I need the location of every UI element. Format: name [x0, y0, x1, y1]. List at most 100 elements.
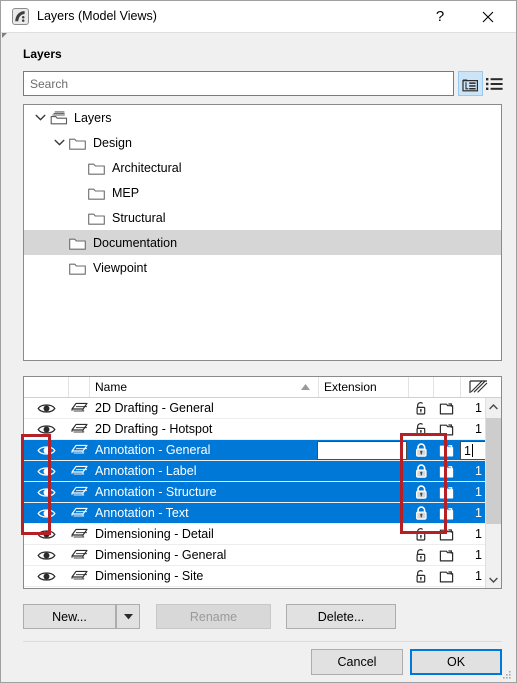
visibility-eye-icon[interactable] [24, 524, 69, 544]
table-row[interactable]: 2D Drafting - General 1 [24, 398, 501, 419]
layer-name-cell[interactable]: Annotation - Structure [95, 482, 217, 502]
table-row[interactable]: Dimensioning - Detail 1 [24, 524, 501, 545]
layer-name-cell[interactable]: Annotation - Text [95, 503, 189, 523]
layer-name-cell[interactable]: Annotation - General [95, 440, 210, 460]
solid-wireframe-icon[interactable] [69, 524, 90, 544]
column-header-copy[interactable] [434, 377, 461, 397]
column-header-solid[interactable] [69, 377, 90, 397]
list-vertical-scrollbar[interactable] [485, 398, 501, 588]
copy-layer-icon[interactable] [434, 566, 459, 586]
visibility-eye-icon[interactable] [24, 461, 69, 481]
layer-extension-cell[interactable] [319, 524, 414, 544]
visibility-eye-icon[interactable] [24, 545, 69, 565]
lock-closed-icon[interactable] [409, 503, 434, 523]
layer-name-cell[interactable]: Dimensioning - Site [95, 566, 203, 586]
layer-extension-cell[interactable] [319, 398, 414, 418]
visibility-eye-icon[interactable] [24, 503, 69, 523]
visibility-eye-icon[interactable] [24, 398, 69, 418]
tree-node[interactable]: Architectural [24, 155, 501, 180]
column-header-visibility[interactable] [24, 377, 69, 397]
copy-layer-icon[interactable] [434, 398, 459, 418]
column-header-extension[interactable]: Extension [319, 377, 409, 397]
layer-extension-cell[interactable] [319, 566, 414, 586]
scroll-up-icon[interactable] [486, 398, 501, 415]
chevron-down-icon[interactable] [32, 110, 48, 126]
visibility-eye-icon[interactable] [24, 566, 69, 586]
layer-name-cell[interactable]: Dimensioning - Detail [95, 524, 214, 544]
layer-name-cell[interactable]: Annotation - Label [95, 461, 196, 481]
tree-node[interactable]: Documentation [24, 230, 501, 255]
tree-view-toggle-button[interactable] [458, 71, 483, 96]
lock-open-icon[interactable] [409, 524, 434, 544]
scrollbar-thumb[interactable] [486, 418, 501, 524]
new-dropdown-button[interactable] [116, 604, 140, 629]
lock-closed-icon[interactable] [409, 440, 434, 460]
table-row[interactable]: Annotation - Text 1 [24, 503, 501, 524]
copy-layer-icon[interactable] [434, 419, 459, 439]
close-icon[interactable] [465, 1, 510, 32]
copy-layer-icon[interactable] [434, 524, 459, 544]
tree-node[interactable]: Layers [24, 105, 501, 130]
table-row[interactable]: Annotation - Label 1 [24, 461, 501, 482]
table-row[interactable]: Dimensioning - General 1 [24, 545, 501, 566]
layer-name-cell[interactable]: Dimensioning - General [95, 545, 226, 565]
lock-open-icon[interactable] [409, 566, 434, 586]
layer-folder-tree[interactable]: Layers Design Architectural MEP Structural Do… [23, 104, 502, 361]
tree-node[interactable]: MEP [24, 180, 501, 205]
column-header-name[interactable]: Name [90, 377, 319, 397]
tree-expander-placeholder [70, 160, 86, 176]
tree-node[interactable]: Viewpoint [24, 255, 501, 280]
help-button[interactable]: ? [420, 1, 460, 32]
table-row[interactable]: 2D Drafting - Hotspot 1 [24, 419, 501, 440]
copy-layer-icon[interactable] [434, 482, 459, 502]
column-header-lock[interactable] [409, 377, 434, 397]
table-row[interactable]: Annotation - General 1 [24, 440, 501, 461]
solid-wireframe-icon[interactable] [69, 503, 90, 523]
lock-closed-icon[interactable] [409, 482, 434, 502]
layer-extension-cell[interactable] [319, 503, 414, 523]
new-button[interactable]: New... [23, 604, 116, 629]
copy-layer-icon[interactable] [434, 440, 459, 460]
rename-button[interactable]: Rename [156, 604, 271, 629]
list-view-toggle-button[interactable] [482, 71, 507, 96]
solid-wireframe-icon[interactable] [69, 419, 90, 439]
search-input[interactable] [23, 71, 454, 96]
table-row[interactable]: Dimensioning - Site 1 [24, 566, 501, 587]
solid-wireframe-icon[interactable] [69, 461, 90, 481]
cancel-button[interactable]: Cancel [311, 649, 403, 675]
extension-edit-field[interactable] [317, 441, 407, 460]
scroll-down-icon[interactable] [486, 571, 501, 588]
column-header-pen[interactable] [461, 377, 496, 397]
visibility-eye-icon[interactable] [24, 419, 69, 439]
solid-wireframe-icon[interactable] [69, 545, 90, 565]
delete-button[interactable]: Delete... [286, 604, 396, 629]
tree-expander-placeholder [70, 210, 86, 226]
layer-extension-cell[interactable] [319, 419, 414, 439]
layer-extension-cell[interactable] [319, 461, 414, 481]
solid-wireframe-icon[interactable] [69, 398, 90, 418]
visibility-eye-icon[interactable] [24, 482, 69, 502]
lock-open-icon[interactable] [409, 545, 434, 565]
layer-list-panel[interactable]: Name Extension 2D Drafting - General 1 2D … [23, 376, 502, 589]
solid-wireframe-icon[interactable] [69, 440, 90, 460]
resize-grip-icon[interactable] [502, 669, 512, 679]
solid-wireframe-icon[interactable] [69, 482, 90, 502]
lock-closed-icon[interactable] [409, 461, 434, 481]
chevron-down-icon[interactable] [51, 135, 67, 151]
tree-node[interactable]: Structural [24, 205, 501, 230]
solid-wireframe-icon[interactable] [69, 566, 90, 586]
visibility-eye-icon[interactable] [24, 440, 69, 460]
layer-name-cell[interactable]: 2D Drafting - Hotspot [95, 419, 212, 439]
layer-extension-cell[interactable] [319, 545, 414, 565]
copy-layer-icon[interactable] [434, 545, 459, 565]
layer-name-cell[interactable]: 2D Drafting - General [95, 398, 214, 418]
lock-open-icon[interactable] [409, 419, 434, 439]
tree-node[interactable]: Design [24, 130, 501, 155]
table-row[interactable]: Annotation - Structure 1 [24, 482, 501, 503]
copy-layer-icon[interactable] [434, 461, 459, 481]
ok-button[interactable]: OK [410, 649, 502, 675]
layer-extension-cell[interactable] [319, 482, 414, 502]
copy-layer-icon[interactable] [434, 503, 459, 523]
lock-open-icon[interactable] [409, 398, 434, 418]
